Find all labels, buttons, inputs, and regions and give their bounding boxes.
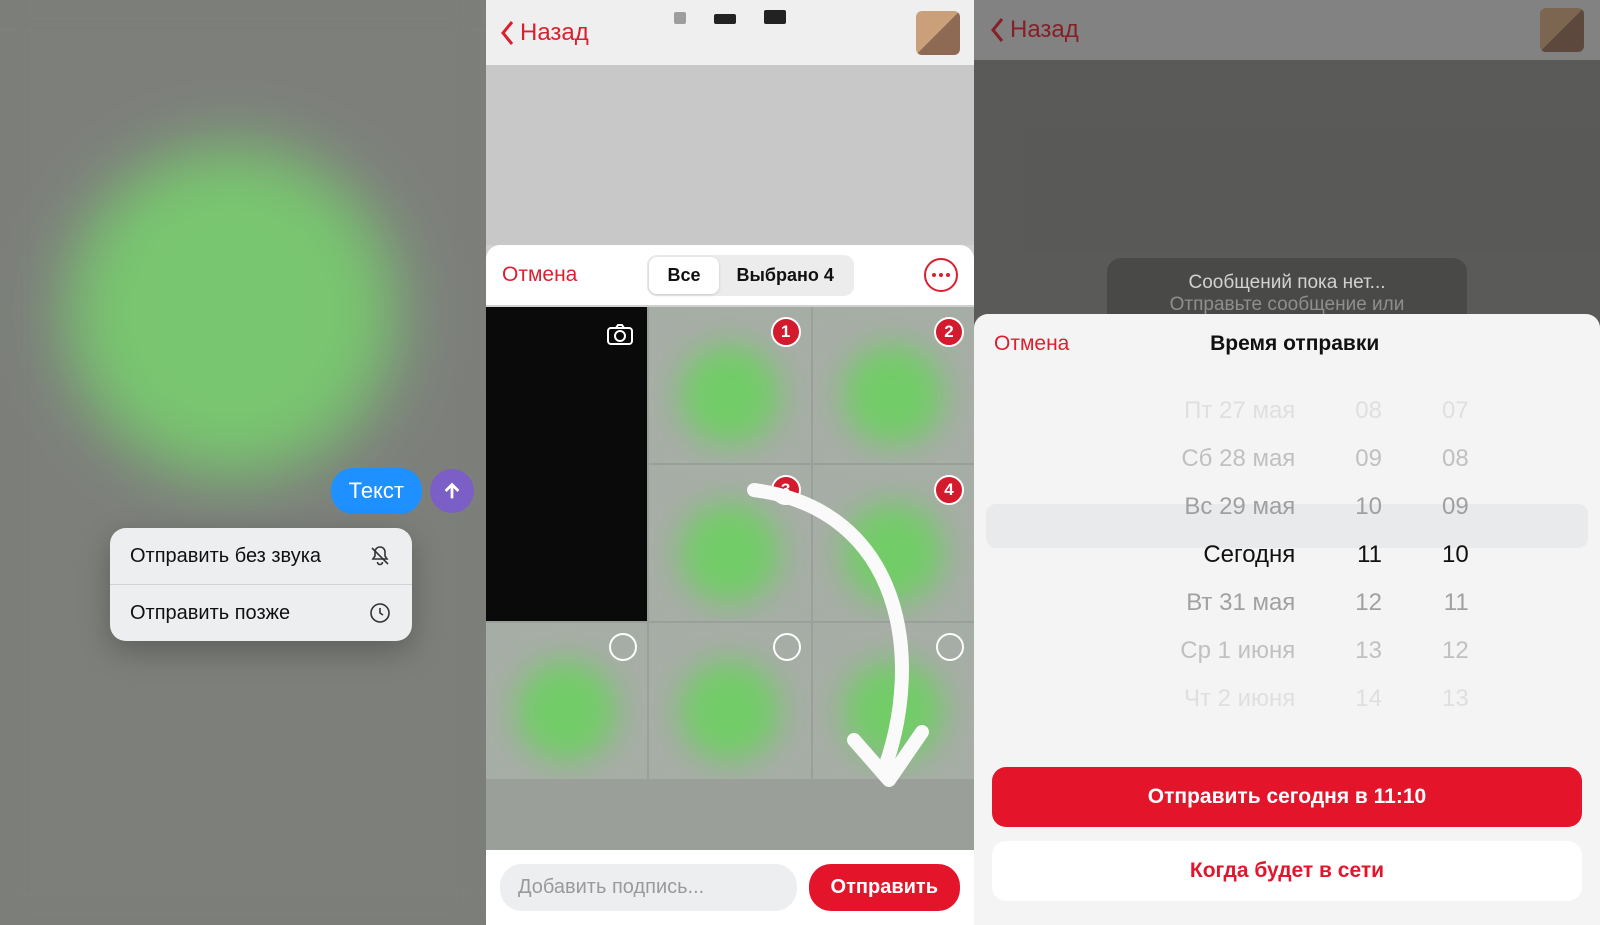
- picker-row-selected: Сегодня: [1105, 538, 1295, 572]
- send-at-button[interactable]: Отправить сегодня в 11:10: [992, 767, 1582, 827]
- chevron-left-icon: [500, 20, 516, 46]
- selection-badge: 2: [934, 317, 964, 347]
- empty-line: Сообщений пока нет...: [1129, 272, 1445, 294]
- datetime-picker[interactable]: Пт 27 мая Сб 28 мая Вс 29 мая Сегодня Вт…: [974, 374, 1600, 757]
- photo-thumb[interactable]: [649, 623, 810, 779]
- picker-row: 08: [1442, 442, 1469, 476]
- chat-nav-bar: Назад: [486, 0, 974, 65]
- selection-badge: 3: [771, 475, 801, 505]
- chat-background: [486, 65, 974, 245]
- cancel-button[interactable]: Отмена: [502, 263, 577, 287]
- photo-thumb[interactable]: 2: [813, 307, 974, 463]
- menu-item-send-silently[interactable]: Отправить без звука: [110, 528, 412, 584]
- photo-thumb[interactable]: 1: [649, 307, 810, 463]
- selection-badge: 4: [934, 475, 964, 505]
- seg-all[interactable]: Все: [649, 257, 718, 294]
- picker-row-selected: 11: [1355, 538, 1382, 572]
- picker-col-day[interactable]: Пт 27 мая Сб 28 мая Вс 29 мая Сегодня Вт…: [1105, 394, 1295, 747]
- picker-row: Сб 28 мая: [1105, 442, 1295, 476]
- seg-selected[interactable]: Выбрано 4: [719, 257, 852, 294]
- selection-ring: [773, 633, 801, 661]
- picker-col-hour[interactable]: 08 09 10 11 12 13 14: [1355, 394, 1382, 747]
- picker-row: 07: [1442, 394, 1469, 428]
- picker-row: 09: [1442, 490, 1469, 524]
- picker-row: 10: [1355, 490, 1382, 524]
- picker-row: Ср 1 июня: [1105, 634, 1295, 668]
- picker-row: 08: [1355, 394, 1382, 428]
- screenshot-3-schedule-sheet: Назад Сообщений пока нет... Отправьте со…: [974, 0, 1600, 925]
- bell-mute-icon: [368, 544, 392, 568]
- avatar[interactable]: [916, 11, 960, 55]
- back-button[interactable]: Назад: [500, 19, 589, 47]
- selection-badge: 1: [771, 317, 801, 347]
- clock-icon: [368, 601, 392, 625]
- send-button[interactable]: [430, 469, 474, 513]
- picker-row: 12: [1355, 586, 1382, 620]
- sheet-actions: Отправить сегодня в 11:10 Когда будет в …: [974, 757, 1600, 925]
- message-bubble[interactable]: Текст: [331, 468, 422, 514]
- camera-icon: [605, 319, 635, 349]
- schedule-sheet: Отмена Время отправки Пт 27 мая Сб 28 ма…: [974, 314, 1600, 925]
- screenshot-1-context-menu: Текст Отправить без звука Отправить позж…: [0, 0, 486, 925]
- picker-footer: Добавить подпись... Отправить: [486, 850, 974, 925]
- more-button[interactable]: [924, 258, 958, 292]
- photo-thumb[interactable]: 3: [649, 465, 810, 621]
- status-bar-mock: [674, 10, 786, 24]
- picker-row-selected: 10: [1442, 538, 1469, 572]
- picker-row: Пт 27 мая: [1105, 394, 1295, 428]
- caption-input[interactable]: Добавить подпись...: [500, 864, 797, 911]
- photo-thumb[interactable]: [813, 623, 974, 779]
- arrow-up-icon: [441, 480, 463, 502]
- picker-header: Отмена Все Выбрано 4: [486, 245, 974, 305]
- filter-segmented[interactable]: Все Выбрано 4: [647, 255, 853, 296]
- picker-row: 13: [1442, 682, 1469, 716]
- camera-cell[interactable]: [486, 307, 647, 621]
- menu-item-send-later[interactable]: Отправить позже: [110, 584, 412, 641]
- sheet-title: Время отправки: [1009, 332, 1580, 356]
- send-button[interactable]: Отправить: [809, 864, 960, 911]
- send-options-menu: Отправить без звука Отправить позже: [110, 528, 412, 641]
- picker-row: 12: [1442, 634, 1469, 668]
- outgoing-message-row: Текст: [331, 468, 474, 514]
- screenshot-2-photo-picker: Назад Отмена Все Выбрано 4 1 2 3 4: [486, 0, 974, 925]
- blurred-chat-background: [0, 0, 486, 925]
- picker-row: 09: [1355, 442, 1382, 476]
- sheet-header: Отмена Время отправки: [974, 314, 1600, 374]
- picker-row: 11: [1442, 586, 1469, 620]
- selection-ring: [936, 633, 964, 661]
- photo-thumb[interactable]: [486, 623, 647, 779]
- photo-thumb[interactable]: 4: [813, 465, 974, 621]
- photo-grid: 1 2 3 4: [486, 307, 974, 850]
- when-online-button[interactable]: Когда будет в сети: [992, 841, 1582, 901]
- menu-item-label: Отправить позже: [130, 602, 290, 625]
- empty-line: Отправьте сообщение или: [1129, 294, 1445, 316]
- menu-item-label: Отправить без звука: [130, 545, 321, 568]
- picker-row: 13: [1355, 634, 1382, 668]
- picker-row: Вс 29 мая: [1105, 490, 1295, 524]
- picker-row: Чт 2 июня: [1105, 682, 1295, 716]
- picker-col-min[interactable]: 07 08 09 10 11 12 13: [1442, 394, 1469, 747]
- picker-row: Вт 31 мая: [1105, 586, 1295, 620]
- back-label: Назад: [520, 19, 589, 47]
- picker-row: 14: [1355, 682, 1382, 716]
